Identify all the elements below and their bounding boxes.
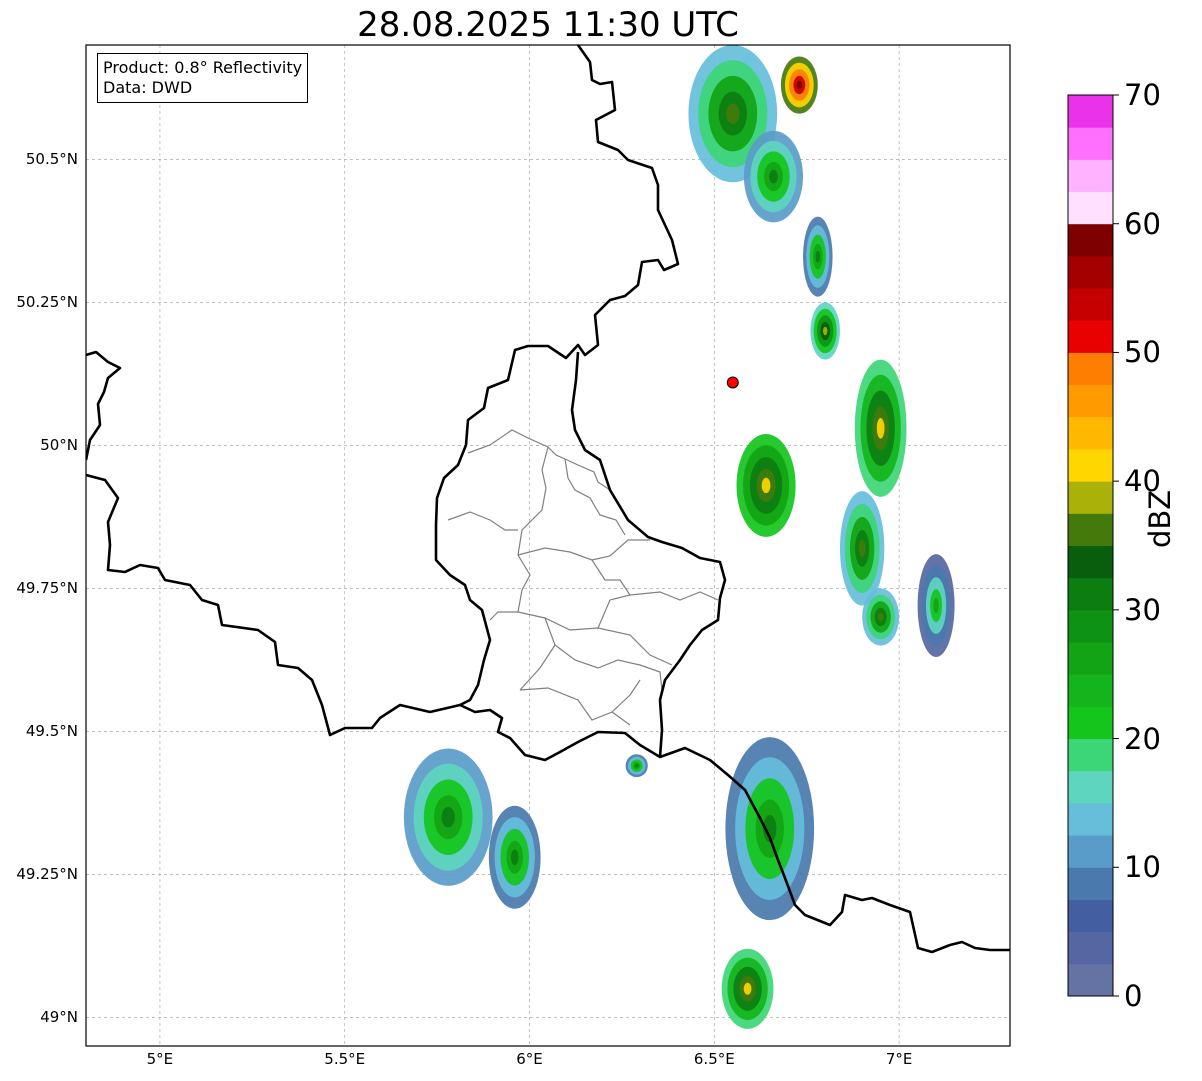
colorbar-segment xyxy=(1068,899,1113,933)
colorbar-segment xyxy=(1068,448,1113,482)
echo-cell xyxy=(854,359,907,497)
colorbar-segment xyxy=(1068,963,1113,997)
colorbar-segment xyxy=(1068,352,1113,386)
echo-band xyxy=(933,597,939,614)
lon-tick-label: 6.5°E xyxy=(693,1050,735,1068)
colorbar-segment xyxy=(1068,191,1113,225)
radar-map xyxy=(85,44,1119,1047)
colorbar-tick-label: 30 xyxy=(1124,592,1161,627)
echo-cell xyxy=(917,554,955,658)
echo-band xyxy=(743,982,752,995)
echo-band xyxy=(876,417,885,439)
echo-band xyxy=(635,764,639,768)
echo-cell xyxy=(780,56,818,114)
colorbar-segment xyxy=(1068,95,1113,128)
echo-cell xyxy=(625,754,648,778)
colorbar-segment xyxy=(1068,642,1113,675)
colorbar-segment xyxy=(1068,609,1113,643)
echo-cell xyxy=(810,302,840,360)
colorbar-segment xyxy=(1068,577,1113,611)
colorbar-segment xyxy=(1068,674,1113,707)
lon-tick-label: 6°E xyxy=(516,1050,543,1068)
echo-cell xyxy=(736,433,796,537)
colorbar xyxy=(1068,94,1119,997)
lat-tick-label: 49.75°N xyxy=(16,579,78,598)
colorbar-segment xyxy=(1068,802,1113,836)
colorbar-segment xyxy=(1068,481,1113,514)
echo-cell xyxy=(725,737,815,921)
lon-tick-label: 7°E xyxy=(885,1050,913,1068)
echo-band xyxy=(796,80,803,90)
colorbar-tick-label: 10 xyxy=(1124,850,1161,885)
product-label: Product: 0.8° Reflectivity xyxy=(103,58,303,77)
colorbar-segment xyxy=(1068,255,1113,289)
lat-tick-label: 50.25°N xyxy=(16,293,78,312)
echo-band xyxy=(822,326,828,336)
colorbar-segment xyxy=(1068,320,1113,353)
colorbar-segment xyxy=(1068,738,1113,772)
lat-tick-label: 49.5°N xyxy=(25,722,78,741)
echo-band xyxy=(761,477,771,494)
colorbar-tick-label: 60 xyxy=(1124,206,1161,241)
product-info-box: Product: 0.8° Reflectivity Data: DWD xyxy=(97,53,309,103)
echo-band xyxy=(510,849,519,865)
colorbar-segment xyxy=(1068,706,1113,740)
lat-tick-label: 50°N xyxy=(40,436,78,455)
echo-band xyxy=(769,169,778,184)
colorbar-segment xyxy=(1068,159,1113,193)
colorbar-segment xyxy=(1068,931,1113,965)
colorbar-segment xyxy=(1068,384,1113,418)
colorbar-tick-label: 20 xyxy=(1124,721,1161,756)
colorbar-tick-label: 70 xyxy=(1124,78,1161,112)
colorbar-segment xyxy=(1068,835,1113,868)
colorbar-tick-label: 50 xyxy=(1124,335,1161,370)
echo-cell xyxy=(862,588,900,646)
colorbar-segment xyxy=(1068,127,1113,160)
lat-tick-label: 49.25°N xyxy=(16,865,78,884)
echo-cell xyxy=(743,130,804,223)
echo-band xyxy=(815,250,821,263)
echo-cell xyxy=(721,948,774,1029)
echo-band xyxy=(441,806,455,828)
lat-tick-label: 49°N xyxy=(40,1008,78,1027)
echo-cell xyxy=(803,216,833,297)
colorbar-tick-label: 0 xyxy=(1124,979,1143,1013)
colorbar-title: dBZ xyxy=(1143,489,1177,548)
radar-site-marker xyxy=(726,376,739,389)
colorbar-segment xyxy=(1068,513,1113,546)
lon-tick-label: 5.5°E xyxy=(324,1050,366,1068)
echo-cell xyxy=(839,491,885,606)
echo-band xyxy=(726,103,740,124)
colorbar-segment xyxy=(1068,416,1113,450)
colorbar-segment xyxy=(1068,770,1113,804)
echo-cell xyxy=(403,748,493,886)
data-source-label: Data: DWD xyxy=(103,78,193,97)
map-area xyxy=(86,45,1010,1046)
colorbar-segment xyxy=(1068,223,1113,257)
lon-tick-label: 5°E xyxy=(146,1050,174,1068)
echo-cell xyxy=(488,805,541,909)
colorbar-segment xyxy=(1068,867,1113,900)
echo-band xyxy=(858,539,866,557)
colorbar-segment xyxy=(1068,288,1113,321)
echo-band xyxy=(877,612,884,622)
colorbar-segment xyxy=(1068,545,1113,579)
lat-tick-label: 50.5°N xyxy=(25,150,78,169)
